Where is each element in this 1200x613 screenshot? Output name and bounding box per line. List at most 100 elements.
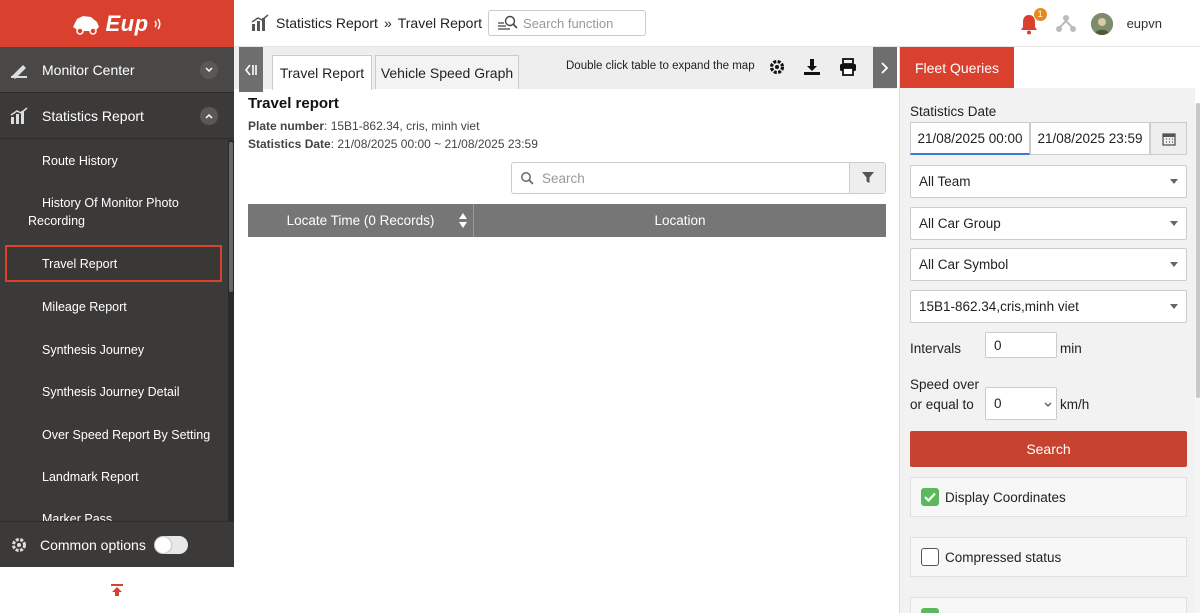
column-header-label: Locate Time (0 Records) bbox=[286, 213, 435, 228]
column-header-label: Location bbox=[654, 213, 706, 228]
select-value: All Car Symbol bbox=[919, 257, 1009, 272]
intervals-label: Intervals bbox=[910, 341, 962, 356]
table-search: Search bbox=[511, 162, 886, 194]
statistics-submenu: Route History History Of Monitor Photo R… bbox=[0, 140, 228, 521]
sidebar-item-marker-pass[interactable]: Marker Pass bbox=[0, 498, 228, 521]
sidebar-item-label: Over Speed Report By Setting bbox=[42, 427, 211, 442]
display-coordinates-checkbox[interactable] bbox=[921, 488, 939, 506]
scrollbar-thumb[interactable] bbox=[1196, 103, 1200, 398]
search-button[interactable]: Search bbox=[910, 431, 1187, 467]
select-value: All Car Group bbox=[919, 216, 1001, 231]
expand-panel-button[interactable] bbox=[873, 47, 897, 88]
tab-vehicle-speed-graph[interactable]: Vehicle Speed Graph bbox=[375, 55, 519, 89]
nav-group-monitor-center[interactable]: Monitor Center bbox=[0, 47, 234, 93]
avatar[interactable] bbox=[1090, 12, 1113, 35]
ruler-pen-icon bbox=[8, 59, 30, 81]
notification-badge: 1 bbox=[1033, 7, 1047, 21]
nav-group-label: Monitor Center bbox=[42, 61, 135, 78]
intervals-unit: min bbox=[1060, 341, 1082, 356]
chevron-right-icon bbox=[881, 61, 889, 74]
car-group-select[interactable]: All Car Group bbox=[910, 207, 1187, 240]
sidebar-item-landmark-report[interactable]: Landmark Report bbox=[0, 456, 228, 498]
report-header: Travel report Plate number: 15B1-862.34,… bbox=[248, 95, 538, 153]
tab-travel-report[interactable]: Travel Report bbox=[272, 55, 372, 90]
calendar-button[interactable] bbox=[1150, 122, 1187, 155]
common-options-toggle[interactable] bbox=[153, 535, 188, 554]
arrow-up-to-top-icon bbox=[111, 584, 123, 596]
sidebar-item-label: Route History bbox=[42, 154, 118, 168]
sidebar-item-history-monitor-photo[interactable]: History Of Monitor Photo Recording bbox=[0, 182, 228, 242]
compressed-status-checkbox[interactable] bbox=[921, 548, 939, 566]
caret-down-icon bbox=[1170, 179, 1178, 184]
column-header-locate-time[interactable]: Locate Time (0 Records) bbox=[248, 204, 474, 237]
select-value: All Team bbox=[919, 174, 971, 189]
display-coordinates-option[interactable]: Display Coordinates bbox=[910, 477, 1187, 517]
next-option-row[interactable] bbox=[910, 597, 1187, 613]
table-search-input[interactable]: Search bbox=[512, 171, 849, 186]
search-function-input[interactable]: Search function bbox=[488, 10, 647, 36]
scroll-to-top-button[interactable] bbox=[0, 567, 234, 613]
date-from-input[interactable]: 21/08/2025 00:00 bbox=[910, 122, 1030, 155]
chevron-down-icon bbox=[1044, 402, 1052, 407]
intervals-input[interactable]: 0 bbox=[985, 332, 1057, 358]
active-item-highlight: Travel Report bbox=[5, 245, 222, 282]
chevron-up-icon[interactable] bbox=[200, 106, 218, 125]
car-symbol-select[interactable]: All Car Symbol bbox=[910, 248, 1187, 281]
expand-map-hint: Double click table to expand the map bbox=[566, 60, 755, 72]
vehicle-select[interactable]: 15B1-862.34,cris,minh viet bbox=[910, 290, 1187, 323]
search-icon bbox=[521, 172, 534, 185]
nav-group-statistics-report[interactable]: Statistics Report bbox=[0, 93, 234, 139]
sidebar-item-route-history[interactable]: Route History bbox=[0, 140, 228, 182]
sidebar-item-label: Mileage Report bbox=[42, 299, 127, 314]
sidebar-item-travel-report[interactable]: Travel Report bbox=[0, 242, 228, 285]
query-form: Statistics Date 21/08/2025 00:00 21/08/2… bbox=[900, 88, 1195, 613]
table-header: Locate Time (0 Records) Location bbox=[248, 204, 886, 237]
caret-down-icon bbox=[1170, 304, 1178, 309]
tab-label: Fleet Queries bbox=[914, 59, 1000, 76]
tab-label: Vehicle Speed Graph bbox=[380, 64, 514, 81]
notifications-button[interactable]: 1 bbox=[1017, 7, 1047, 36]
common-options: Common options bbox=[0, 521, 234, 567]
calendar-icon bbox=[1161, 132, 1176, 146]
report-plate: Plate number: 15B1-862.34, cris, minh vi… bbox=[248, 117, 538, 135]
sidebar-item-mileage-report[interactable]: Mileage Report bbox=[0, 285, 228, 328]
speed-label-line2: or equal to bbox=[910, 397, 974, 412]
gear-icon bbox=[769, 59, 785, 75]
chevron-down-icon[interactable] bbox=[200, 60, 218, 79]
report-date: Statistics Date: 21/08/2025 00:00 ~ 21/0… bbox=[248, 135, 538, 153]
print-button[interactable] bbox=[838, 57, 858, 77]
nav-group-label: Statistics Report bbox=[42, 107, 144, 124]
team-select[interactable]: All Team bbox=[910, 165, 1187, 198]
table-search-placeholder: Search bbox=[542, 170, 585, 186]
column-header-location[interactable]: Location bbox=[474, 204, 886, 237]
common-options-label: Common options bbox=[40, 536, 146, 553]
username[interactable]: eupvn bbox=[1127, 16, 1162, 31]
breadcrumb-item[interactable]: Statistics Report bbox=[276, 15, 378, 31]
speed-select[interactable]: 0 bbox=[985, 387, 1057, 420]
collapse-sidebar-button[interactable] bbox=[239, 47, 263, 92]
topbar-actions: 1 eupvn bbox=[1017, 0, 1162, 47]
scrollbar-thumb[interactable] bbox=[229, 142, 233, 292]
filter-button[interactable] bbox=[849, 163, 885, 193]
breadcrumb: Statistics Report » Travel Report bbox=[250, 14, 482, 32]
caret-down-icon bbox=[1170, 221, 1178, 226]
tab-fleet-queries[interactable]: Fleet Queries bbox=[900, 47, 1014, 88]
report-title: Travel report bbox=[248, 95, 339, 112]
sidebar-item-synthesis-journey-detail[interactable]: Synthesis Journey Detail bbox=[0, 371, 228, 413]
next-option-checkbox[interactable] bbox=[921, 607, 939, 613]
logo-bar[interactable]: Eup bbox=[0, 0, 234, 47]
share-users-icon[interactable] bbox=[1055, 13, 1077, 35]
sidebar-item-synthesis-journey[interactable]: Synthesis Journey bbox=[0, 328, 228, 371]
compressed-status-option[interactable]: Compressed status bbox=[910, 537, 1187, 577]
select-value: 0 bbox=[994, 396, 1002, 411]
date-to-input[interactable]: 21/08/2025 23:59 bbox=[1030, 122, 1150, 155]
breadcrumb-item: Travel Report bbox=[397, 15, 483, 31]
form-scrollbar[interactable] bbox=[1195, 103, 1200, 613]
download-button[interactable] bbox=[802, 57, 822, 77]
settings-button[interactable] bbox=[767, 57, 787, 77]
toggle-knob bbox=[154, 536, 171, 553]
sidebar-item-over-speed-report[interactable]: Over Speed Report By Setting bbox=[0, 413, 228, 456]
speed-label-line1: Speed over bbox=[910, 377, 980, 392]
checkmark-icon bbox=[924, 492, 936, 502]
sidebar-item-label: Marker Pass bbox=[42, 512, 113, 521]
